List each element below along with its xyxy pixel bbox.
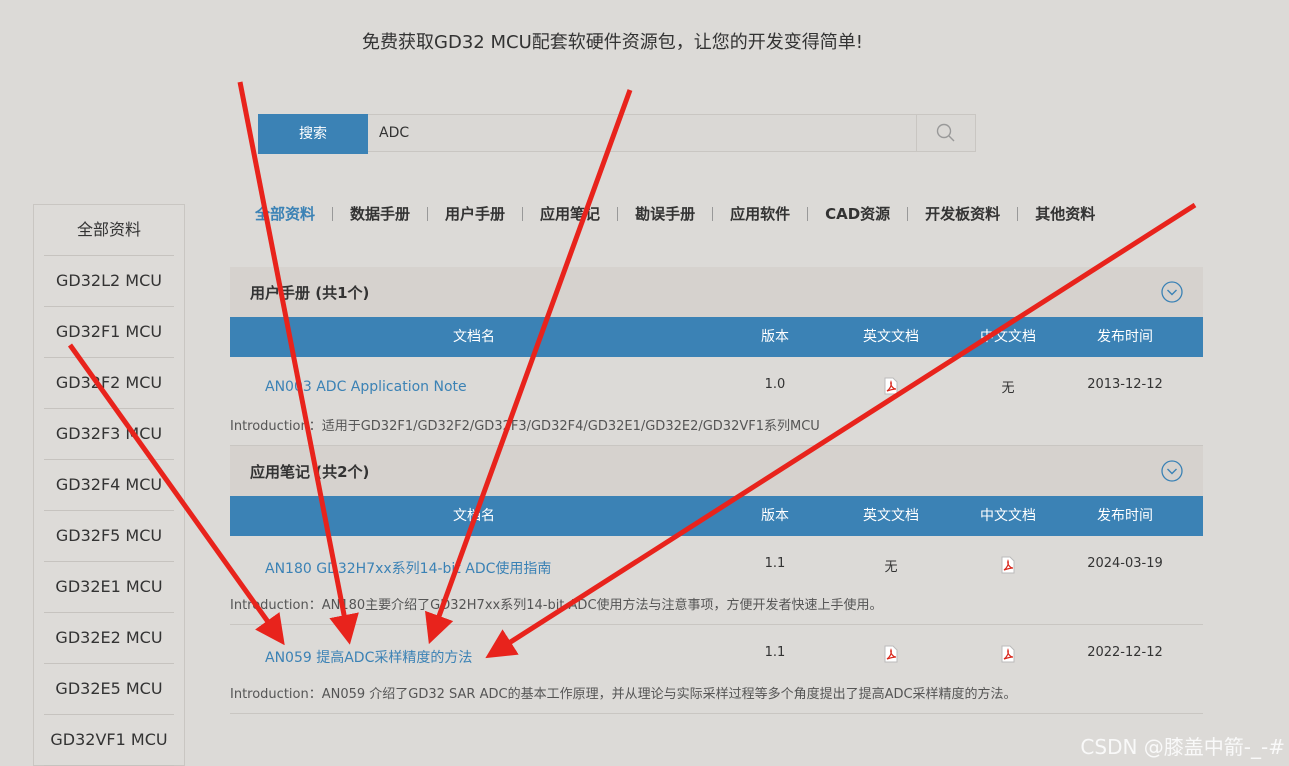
tab-cad[interactable]: CAD资源 — [808, 203, 907, 224]
chevron-down-icon[interactable] — [1161, 281, 1183, 303]
sidebar-item-gd32f4[interactable]: GD32F4 MCU — [44, 460, 174, 511]
sidebar-item-gd32l2[interactable]: GD32L2 MCU — [44, 256, 174, 307]
section-app-note: 应用笔记 (共2个) 文档名 版本 英文文档 中文文档 发布时间 AN180 G… — [230, 446, 1203, 714]
tab-software[interactable]: 应用软件 — [713, 203, 807, 224]
version-cell: 1.1 — [764, 645, 786, 660]
doc-link[interactable]: AN059 提高ADC采样精度的方法 — [265, 647, 472, 667]
doc-introduction: Introduction：AN180主要介绍了GD32H7xx系列14-bit … — [230, 596, 1203, 625]
english-doc-cell: 无 — [884, 560, 898, 575]
section-header[interactable]: 用户手册 (共1个) — [230, 267, 1203, 317]
pdf-icon[interactable] — [883, 645, 899, 663]
table-header: 文档名 版本 英文文档 中文文档 发布时间 — [230, 317, 1203, 357]
tab-all[interactable]: 全部资料 — [238, 203, 332, 224]
chinese-doc-cell[interactable] — [950, 645, 1066, 667]
tab-dev-board[interactable]: 开发板资料 — [908, 203, 1017, 224]
col-english: 英文文档 — [863, 508, 919, 524]
sidebar-item-gd32e1[interactable]: GD32E1 MCU — [44, 562, 174, 613]
table-row: AN003 ADC Application Note 1.0 无 2013-12… — [230, 357, 1203, 417]
tab-errata[interactable]: 勘误手册 — [618, 203, 712, 224]
search-input[interactable] — [369, 115, 917, 151]
section-title: 应用笔记 (共2个) — [250, 463, 370, 481]
pdf-icon[interactable] — [1000, 645, 1016, 663]
col-docname: 文档名 — [453, 329, 495, 345]
category-tabs: 全部资料 数据手册 用户手册 应用笔记 勘误手册 应用软件 CAD资源 开发板资… — [238, 203, 1112, 224]
sidebar-item-gd32e2[interactable]: GD32E2 MCU — [44, 613, 174, 664]
doc-introduction: Introduction：AN059 介绍了GD32 SAR ADC的基本工作原… — [230, 685, 1203, 714]
col-version: 版本 — [761, 508, 789, 524]
section-user-manual: 用户手册 (共1个) 文档名 版本 英文文档 中文文档 发布时间 AN003 A… — [230, 267, 1203, 446]
sidebar-item-gd32f3[interactable]: GD32F3 MCU — [44, 409, 174, 460]
col-chinese: 中文文档 — [980, 508, 1036, 524]
doc-link[interactable]: AN180 GD32H7xx系列14-bit ADC使用指南 — [265, 558, 551, 578]
col-version: 版本 — [761, 329, 789, 345]
sidebar-item-gd32f1[interactable]: GD32F1 MCU — [44, 307, 174, 358]
table-header: 文档名 版本 英文文档 中文文档 发布时间 — [230, 496, 1203, 536]
doc-link[interactable]: AN003 ADC Application Note — [265, 379, 467, 395]
tab-app-note[interactable]: 应用笔记 — [523, 203, 617, 224]
sidebar-item-gd32e5[interactable]: GD32E5 MCU — [44, 664, 174, 715]
col-chinese: 中文文档 — [980, 329, 1036, 345]
col-date: 发布时间 — [1097, 329, 1153, 345]
sidebar-item-gd32vf1[interactable]: GD32VF1 MCU — [44, 715, 174, 766]
chinese-doc-cell: 无 — [1001, 381, 1015, 396]
version-cell: 1.0 — [764, 377, 786, 392]
watermark: CSDN @膝盖中箭-_-# — [1080, 735, 1285, 759]
col-english: 英文文档 — [863, 329, 919, 345]
date-cell: 2022-12-12 — [1087, 645, 1163, 660]
col-docname: 文档名 — [453, 508, 495, 524]
pdf-icon[interactable] — [1000, 556, 1016, 574]
search-bar: 搜索 — [258, 114, 976, 154]
version-cell: 1.1 — [764, 556, 786, 571]
search-button[interactable]: 搜索 — [258, 114, 368, 154]
table-row: AN059 提高ADC采样精度的方法 1.1 2022-12-12 — [230, 625, 1203, 685]
sidebar-item-gd32f5[interactable]: GD32F5 MCU — [44, 511, 174, 562]
chevron-down-icon[interactable] — [1161, 460, 1183, 482]
search-icon[interactable] — [916, 115, 975, 151]
english-doc-cell[interactable] — [832, 645, 950, 667]
pdf-icon[interactable] — [883, 377, 899, 395]
tab-datasheet[interactable]: 数据手册 — [333, 203, 427, 224]
tab-other[interactable]: 其他资料 — [1018, 203, 1112, 224]
sidebar: 全部资料 GD32L2 MCU GD32F1 MCU GD32F2 MCU GD… — [33, 204, 185, 766]
headline: 免费获取GD32 MCU配套软硬件资源包，让您的开发变得简单! — [362, 32, 863, 53]
section-title: 用户手册 (共1个) — [250, 284, 370, 302]
chinese-doc-cell[interactable] — [950, 556, 1066, 578]
tab-user-manual[interactable]: 用户手册 — [428, 203, 522, 224]
col-date: 发布时间 — [1097, 508, 1153, 524]
section-header[interactable]: 应用笔记 (共2个) — [230, 446, 1203, 496]
sidebar-item-all[interactable]: 全部资料 — [44, 205, 174, 256]
english-doc-cell[interactable] — [832, 377, 950, 399]
date-cell: 2013-12-12 — [1087, 377, 1163, 392]
date-cell: 2024-03-19 — [1087, 556, 1163, 571]
sidebar-item-gd32f2[interactable]: GD32F2 MCU — [44, 358, 174, 409]
table-row: AN180 GD32H7xx系列14-bit ADC使用指南 1.1 无 202… — [230, 536, 1203, 596]
doc-introduction: Introduction：适用于GD32F1/GD32F2/GD32F3/GD3… — [230, 417, 1203, 446]
